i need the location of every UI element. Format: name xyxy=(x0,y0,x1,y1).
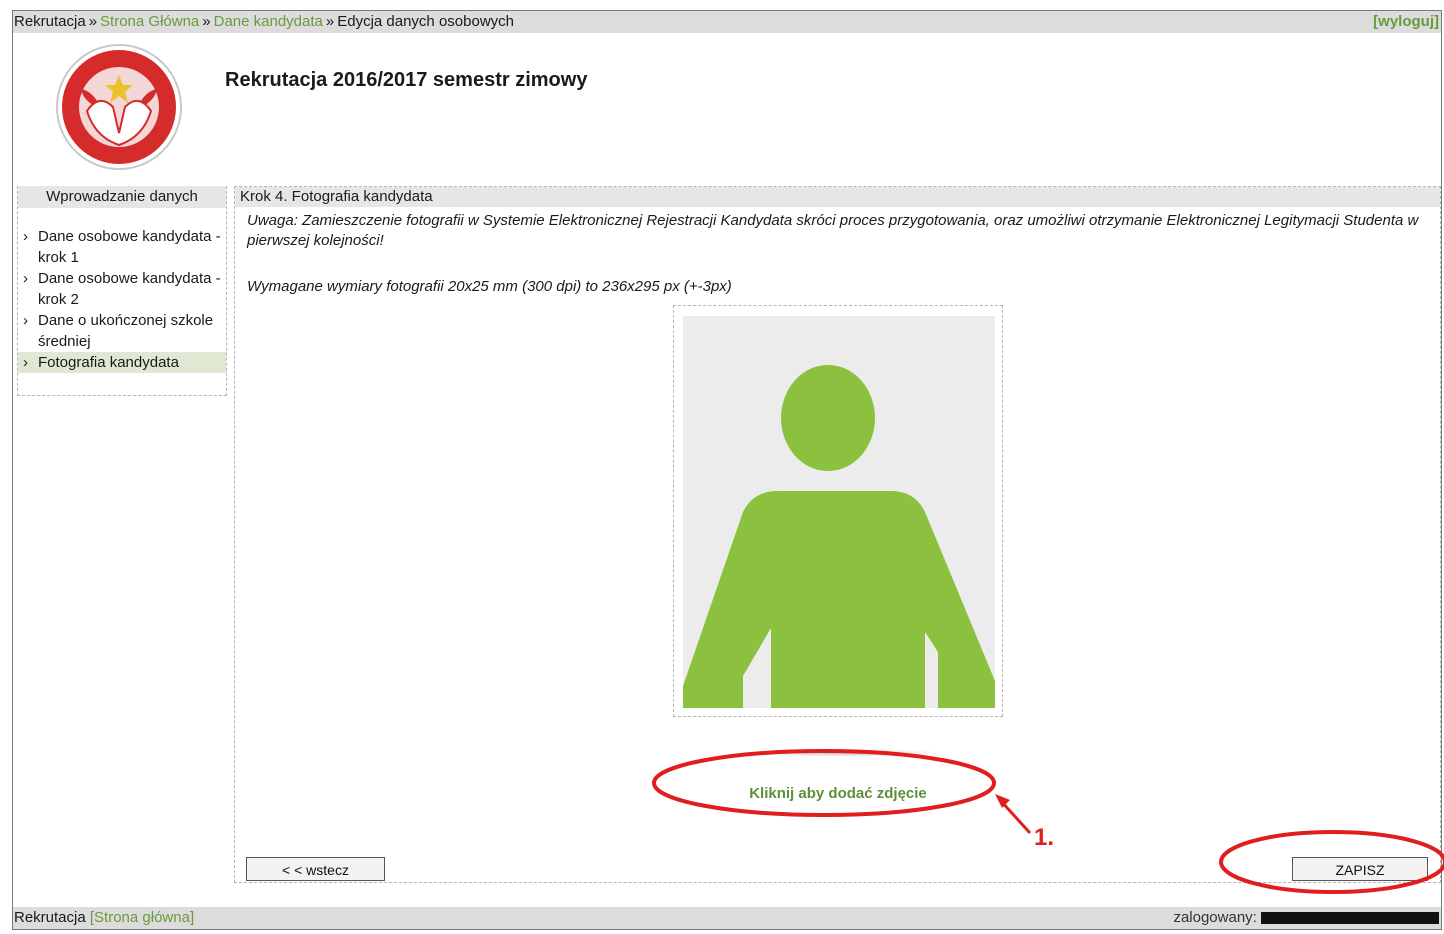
application-frame: Rekrutacja» Strona Główna» Dane kandydata»… xyxy=(12,10,1442,930)
footer-home-link[interactable]: [Strona główna] xyxy=(90,909,194,926)
chevron-right-icon: › xyxy=(23,228,28,245)
sidebar-menu: › Dane osobowe kandydata - krok 1 › Dane… xyxy=(18,226,226,373)
logout-link[interactable]: [wyloguj] xyxy=(1373,11,1439,33)
save-button[interactable]: ZAPISZ xyxy=(1292,857,1428,881)
sidebar-heading: Wprowadzanie danych xyxy=(18,186,226,208)
sidebar-item-label: Dane osobowe kandydata - krok 2 xyxy=(38,270,221,308)
photo-button-shadow xyxy=(745,749,945,757)
chevron-right-icon: › xyxy=(23,270,28,287)
chevron-right-icon: › xyxy=(23,354,28,371)
university-logo xyxy=(56,44,182,170)
sidebar-item-personal-data-step-1[interactable]: › Dane osobowe kandydata - krok 1 xyxy=(18,226,226,268)
breadcrumb-current: Edycja danych osobowych xyxy=(337,13,514,30)
step-title: Krok 4. Fotografia kandydata xyxy=(235,187,1440,207)
logged-in-user: zalogowany: xyxy=(1173,907,1439,929)
back-button[interactable]: < < wstecz xyxy=(246,857,385,881)
sidebar-item-candidate-photo[interactable]: › Fotografia kandydata xyxy=(18,352,226,373)
photo-placeholder[interactable] xyxy=(673,305,1003,717)
sidebar-item-label: Dane osobowe kandydata - krok 1 xyxy=(38,228,221,266)
photo-notice: Uwaga: Zamieszczenie fotografii w System… xyxy=(247,212,1419,249)
add-photo-link[interactable]: Kliknij aby dodać zdjęcie xyxy=(675,785,1001,802)
breadcrumb-root: Rekrutacja xyxy=(14,13,86,30)
sidebar: Wprowadzanie danych › Dane osobowe kandy… xyxy=(17,186,227,396)
top-bar: Rekrutacja» Strona Główna» Dane kandydata»… xyxy=(13,11,1441,33)
sidebar-item-label: Fotografia kandydata xyxy=(38,354,179,371)
redacted-username xyxy=(1261,912,1439,925)
sidebar-item-label: Dane o ukończonej szkole średniej xyxy=(38,312,214,350)
breadcrumb-home-link[interactable]: Strona Główna xyxy=(100,13,199,30)
breadcrumb-candidate-link[interactable]: Dane kandydata xyxy=(214,13,323,30)
footer-root: Rekrutacja xyxy=(14,909,86,926)
sidebar-item-personal-data-step-2[interactable]: › Dane osobowe kandydata - krok 2 xyxy=(18,268,226,310)
sidebar-item-secondary-school[interactable]: › Dane o ukończonej szkole średniej xyxy=(18,310,226,352)
footer-bar: Rekrutacja [Strona główna] zalogowany: xyxy=(13,907,1441,929)
annotation-marker: 1. xyxy=(1034,824,1055,851)
breadcrumb-separator: » xyxy=(325,13,335,30)
breadcrumb-separator: » xyxy=(88,13,98,30)
content-panel: Krok 4. Fotografia kandydata Uwaga: Zami… xyxy=(234,186,1441,883)
page-title: Rekrutacja 2016/2017 semestr zimowy xyxy=(225,69,588,91)
chevron-right-icon: › xyxy=(23,312,28,329)
person-silhouette-icon xyxy=(683,316,995,708)
logged-in-label: zalogowany: xyxy=(1173,909,1257,926)
photo-dimensions-note: Wymagane wymiary fotografii 20x25 mm (30… xyxy=(247,278,732,295)
breadcrumb-separator: » xyxy=(202,13,211,30)
